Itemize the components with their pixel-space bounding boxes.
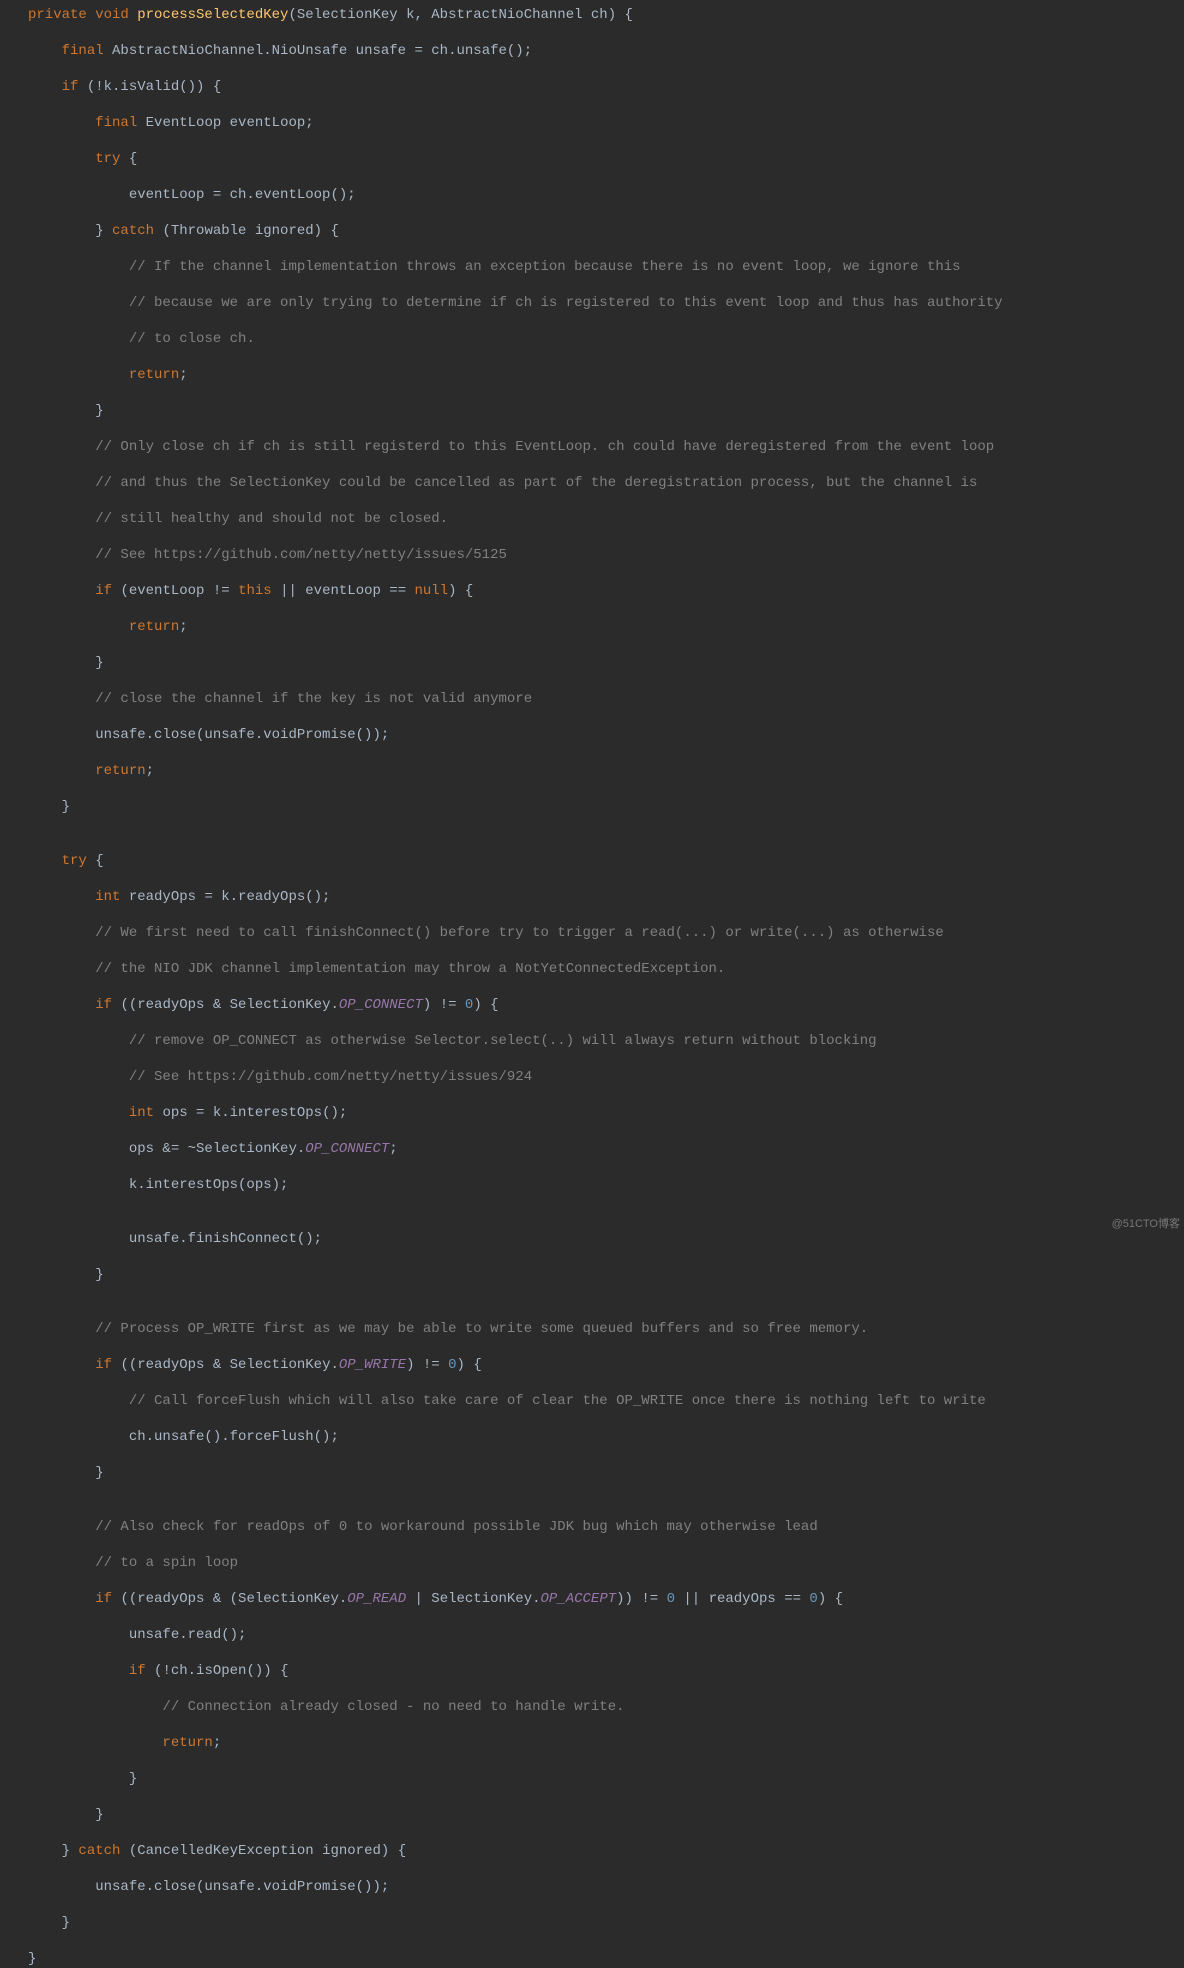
code-line: } (0, 1464, 1184, 1482)
code-line: } (0, 1950, 1184, 1968)
code-line: } (0, 402, 1184, 420)
code-line: // Process OP_WRITE first as we may be a… (0, 1320, 1184, 1338)
code-line: // Also check for readOps of 0 to workar… (0, 1518, 1184, 1536)
code-line: // If the channel implementation throws … (0, 258, 1184, 276)
code-line: final AbstractNioChannel.NioUnsafe unsaf… (0, 42, 1184, 60)
code-line: } (0, 1266, 1184, 1284)
code-line: } catch (CancelledKeyException ignored) … (0, 1842, 1184, 1860)
code-line: try { (0, 150, 1184, 168)
code-line: if (eventLoop != this || eventLoop == nu… (0, 582, 1184, 600)
code-line: // to close ch. (0, 330, 1184, 348)
code-line: // because we are only trying to determi… (0, 294, 1184, 312)
code-line: // to a spin loop (0, 1554, 1184, 1572)
code-line: try { (0, 852, 1184, 870)
code-line: // See https://github.com/netty/netty/is… (0, 546, 1184, 564)
code-line: // still healthy and should not be close… (0, 510, 1184, 528)
code-line: unsafe.read(); (0, 1626, 1184, 1644)
code-line: unsafe.close(unsafe.voidPromise()); (0, 1878, 1184, 1896)
code-line: unsafe.close(unsafe.voidPromise()); (0, 726, 1184, 744)
code-line: if ((readyOps & SelectionKey.OP_CONNECT)… (0, 996, 1184, 1014)
code-line: eventLoop = ch.eventLoop(); (0, 186, 1184, 204)
code-line: // and thus the SelectionKey could be ca… (0, 474, 1184, 492)
code-line: return; (0, 1734, 1184, 1752)
code-line: // We first need to call finishConnect()… (0, 924, 1184, 942)
code-line: // See https://github.com/netty/netty/is… (0, 1068, 1184, 1086)
code-line: // Connection already closed - no need t… (0, 1698, 1184, 1716)
code-line: // remove OP_CONNECT as otherwise Select… (0, 1032, 1184, 1050)
code-line: k.interestOps(ops); (0, 1176, 1184, 1194)
code-line: final EventLoop eventLoop; (0, 114, 1184, 132)
code-line: return; (0, 618, 1184, 636)
code-line: // the NIO JDK channel implementation ma… (0, 960, 1184, 978)
code-line: ch.unsafe().forceFlush(); (0, 1428, 1184, 1446)
code-line: int readyOps = k.readyOps(); (0, 888, 1184, 906)
code-line: // close the channel if the key is not v… (0, 690, 1184, 708)
code-line: } (0, 654, 1184, 672)
code-line: } (0, 1770, 1184, 1788)
code-line: } (0, 1806, 1184, 1824)
code-line: return; (0, 762, 1184, 780)
code-line: if (!k.isValid()) { (0, 78, 1184, 96)
code-line: } catch (Throwable ignored) { (0, 222, 1184, 240)
code-line: if (!ch.isOpen()) { (0, 1662, 1184, 1680)
code-line: } (0, 1914, 1184, 1932)
code-line: if ((readyOps & (SelectionKey.OP_READ | … (0, 1590, 1184, 1608)
code-line: unsafe.finishConnect(); (0, 1230, 1184, 1248)
code-line: } (0, 798, 1184, 816)
code-block: private void processSelectedKey(Selectio… (0, 0, 1184, 1968)
code-line: // Call forceFlush which will also take … (0, 1392, 1184, 1410)
code-line: if ((readyOps & SelectionKey.OP_WRITE) !… (0, 1356, 1184, 1374)
code-line: int ops = k.interestOps(); (0, 1104, 1184, 1122)
code-line: // Only close ch if ch is still register… (0, 438, 1184, 456)
code-line: return; (0, 366, 1184, 384)
code-line: ops &= ~SelectionKey.OP_CONNECT; (0, 1140, 1184, 1158)
watermark-text: @51CTO博客 (1112, 1215, 1180, 1233)
code-line: private void processSelectedKey(Selectio… (0, 6, 1184, 24)
